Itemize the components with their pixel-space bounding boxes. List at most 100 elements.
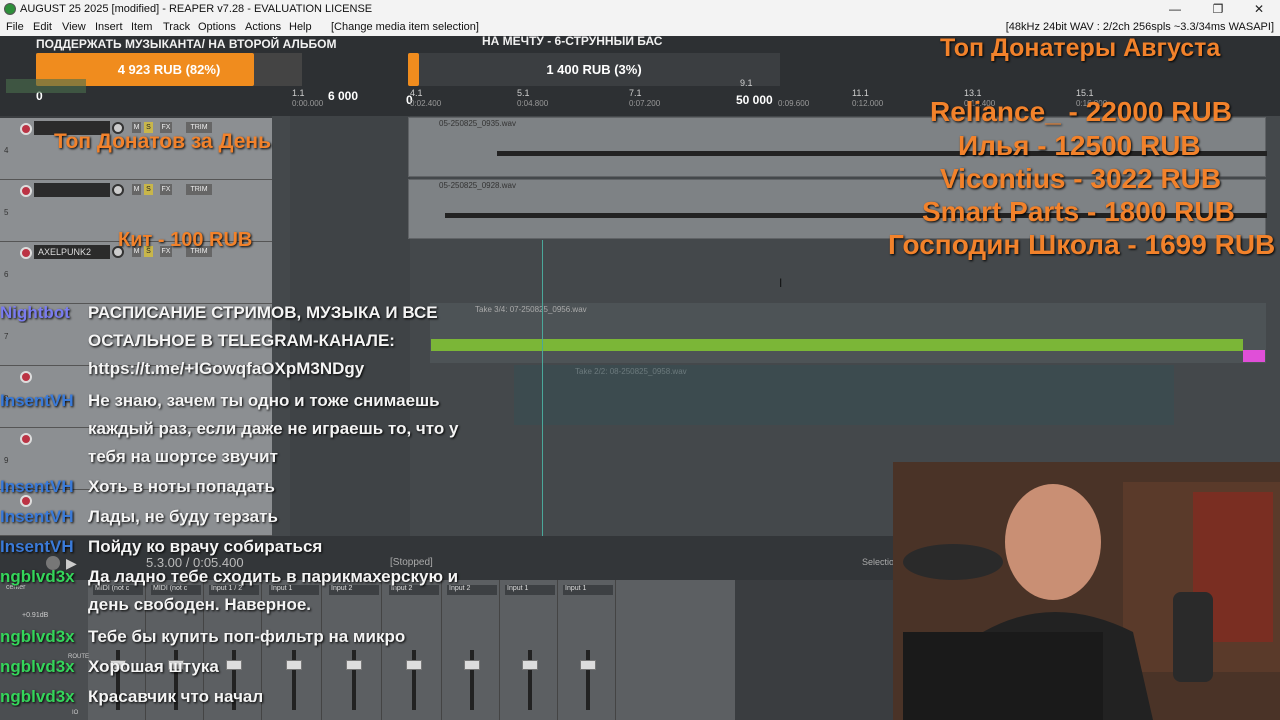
fader-handle[interactable] [406,660,422,670]
track-name[interactable]: AXELPUNK2 [34,245,110,259]
record-arm-icon[interactable] [20,433,32,445]
chat-username: ngblvd3x [0,687,75,706]
maximize-button[interactable]: ❐ [1203,1,1233,18]
chat-message-line: Хоть в ноты попадать [88,477,275,496]
top-donator-5: Господин Школа - 1699 RUB [888,229,1276,260]
ruler-bar-3: 5.1 [517,88,530,98]
chat-message-line: https://t.me/+IGowqfaOXpM3NDgy [88,359,365,378]
goal2-max: 50 000 [736,93,773,107]
fader-track [352,650,356,710]
ruler-time-6: 0:12.000 [852,99,884,108]
mixer-strip-6[interactable]: Input 2 [386,580,442,720]
chat-username: InsentVH [0,391,74,410]
chat-username: Nightbot [0,303,70,322]
top-donator-2: Илья - 12500 RUB [958,130,1201,161]
ruler-bar-5: 9.1 [740,78,753,88]
chat-message-line: день свободен. Наверное. [88,595,312,614]
top-donators-title: Топ Донатеры Августа [940,34,1221,62]
fader-handle[interactable] [346,660,362,670]
menu-help[interactable]: Help [289,21,312,33]
chat-message-line: Хорошая штука [88,657,219,676]
fx-button[interactable]: FX [160,184,172,195]
solo-button[interactable]: S [144,184,153,195]
window-titlebar: AUGUST 25 2025 [modified] - REAPER v7.28… [0,0,1280,19]
chat-message-line: тебя на шортсе звучит [88,447,278,466]
menu-options[interactable]: Options [198,21,236,33]
ruler-time-3: 0:04.800 [517,99,549,108]
fader-handle[interactable] [522,660,538,670]
track-number: 9 [4,456,9,465]
media-item-track8[interactable]: Take 2/2: 08-250825_0958.wav [514,365,1174,425]
play-cursor [542,240,543,536]
goal1-max: 6 000 [328,89,359,103]
input-select[interactable]: Input 1 [505,585,555,595]
track-number: 7 [4,332,9,341]
close-button[interactable]: ✕ [1244,1,1274,18]
mute-button[interactable]: M [132,184,141,195]
item-label: Take 3/4: 07-250825_0956.wav [475,305,587,314]
chat-username: ngblvd3x [0,567,75,586]
goal2-title: НА МЕЧТУ - 6-СТРУННЫЙ БАС [482,34,663,48]
trim-button[interactable]: TRIM [186,184,212,195]
fader-track [470,650,474,710]
fader-handle[interactable] [580,660,596,670]
audio-status: [48kHz 24bit WAV : 2/2ch 256spls ~3.3/34… [1005,21,1274,33]
menu-track[interactable]: Track [163,21,190,33]
menu-view[interactable]: View [62,21,86,33]
chat-message-line: Да ладно тебе сходить в парикмахерскую и [88,567,459,586]
track-name[interactable] [34,183,110,197]
menu-edit[interactable]: Edit [33,21,52,33]
media-item-track7[interactable]: Take 3/4: 07-250825_0956.wav [430,303,1266,363]
menu-insert[interactable]: Insert [95,21,123,33]
fader-handle[interactable] [286,660,302,670]
input-select[interactable]: Input 1 [563,585,613,595]
chat-username: ngblvd3x [0,657,75,676]
chat-username: InsentVH [0,477,74,496]
record-arm-icon[interactable] [20,185,32,197]
fader-track [528,650,532,710]
chat-message-line: Пойду ко врачу собираться [88,537,323,556]
io-button[interactable]: IO [72,710,78,716]
record-arm-icon[interactable] [20,371,32,383]
ruler-time-4: 0:07.200 [629,99,661,108]
arrange-pre-region [290,116,410,536]
ruler-time-5: 0:09.600 [778,99,810,108]
ruler-bar-4: 7.1 [629,88,642,98]
menu-change-media-item-selection[interactable]: [Change media item selection] [331,21,479,33]
window-title: AUGUST 25 2025 [modified] - REAPER v7.28… [20,3,373,15]
volume-knob[interactable] [112,184,124,196]
toolbar-buttons[interactable] [6,79,86,93]
text-cursor-icon: I [779,276,783,290]
item-label: 05-250825_0935.wav [439,119,516,128]
item-end-marker [1243,350,1265,362]
fader-track [586,650,590,710]
ruler-bar-2: 4.1 [410,88,423,98]
menu-item[interactable]: Item [131,21,152,33]
top-day-entry: Кит - 100 RUB [118,229,253,251]
track-number: 4 [4,146,9,155]
item-label: 05-250825_0928.wav [439,181,516,190]
menu-actions[interactable]: Actions [245,21,281,33]
minimize-button[interactable]: — [1160,1,1190,18]
chat-message-line: ОСТАЛЬНОЕ В TELEGRAM-КАНАЛЕ: [88,331,395,350]
goal2-bar-track: 1 400 RUB (3%) [408,53,780,86]
chat-username: InsentVH [0,507,74,526]
fader-handle[interactable] [226,660,242,670]
mixer-strip-7[interactable]: Input 2 [444,580,500,720]
mixer-strip-5[interactable]: Input 2 [326,580,382,720]
chat-message-line: Тебе бы купить поп-фильтр на микро [88,627,406,646]
ruler-bar-1: 1.1 [292,88,305,98]
chat-message-line: каждый раз, если даже не играешь то, что… [88,419,459,438]
master-db: +0.91dB [22,612,49,619]
mixer-strip-9[interactable]: Input 1 [560,580,616,720]
webcam-feed [893,462,1280,720]
fader-handle[interactable] [464,660,480,670]
fader-track [292,650,296,710]
chat-username: ngblvd3x [0,627,75,646]
ruler-bar-6: 11.1 [852,88,869,98]
record-arm-icon[interactable] [20,123,32,135]
menu-file[interactable]: File [6,21,24,33]
record-arm-icon[interactable] [20,247,32,259]
chat-username: InsentVH [0,537,74,556]
mixer-strip-8[interactable]: Input 1 [502,580,558,720]
